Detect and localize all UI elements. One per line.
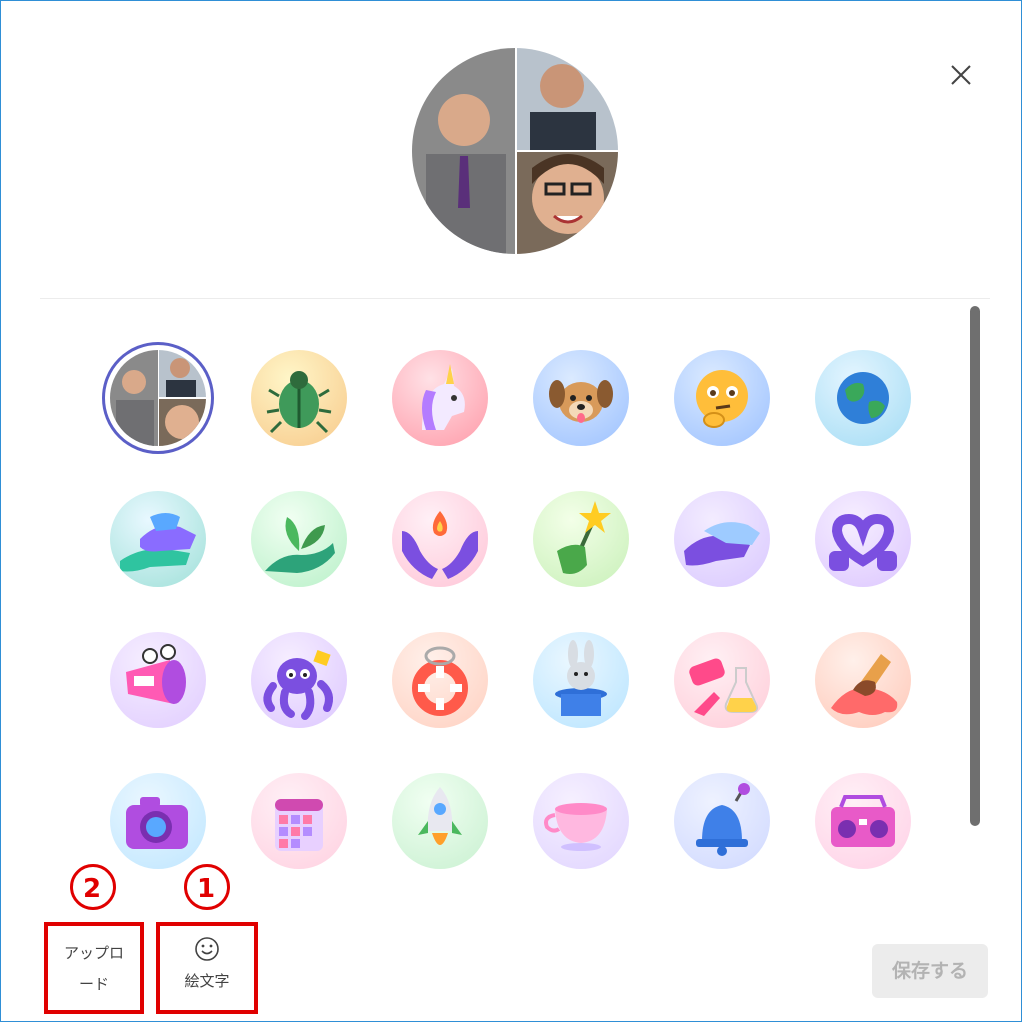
avatar-hands-with-flame[interactable] bbox=[392, 491, 488, 587]
section-divider bbox=[40, 298, 990, 299]
scrollbar-thumb[interactable] bbox=[970, 306, 980, 826]
avatar-heart-hands[interactable] bbox=[815, 491, 911, 587]
avatar-bell[interactable] bbox=[674, 773, 770, 869]
avatar-hands-stacked[interactable] bbox=[110, 491, 206, 587]
globe-icon bbox=[837, 372, 889, 424]
annotation-marker-2: 2 bbox=[70, 864, 116, 910]
avatar-megaphone-monster[interactable] bbox=[110, 632, 206, 728]
octopus-icon bbox=[263, 649, 333, 720]
scrollbar[interactable] bbox=[968, 306, 982, 826]
avatar-teacup[interactable] bbox=[533, 773, 629, 869]
avatar-melting-ice-cream[interactable] bbox=[815, 632, 911, 728]
thinking-face-icon bbox=[696, 370, 748, 428]
calendar-icon bbox=[275, 799, 323, 851]
handshake-icon bbox=[684, 522, 760, 566]
avatar-preview bbox=[412, 48, 618, 254]
upload-label-line1: アップロ bbox=[63, 944, 124, 962]
science-lab-icon bbox=[689, 658, 759, 716]
avatar-rabbit-in-hat[interactable] bbox=[533, 632, 629, 728]
avatar-group-photo[interactable] bbox=[110, 350, 206, 446]
avatar-rocket[interactable] bbox=[392, 773, 488, 869]
avatar-calendar[interactable] bbox=[251, 773, 347, 869]
avatar-life-ring[interactable] bbox=[392, 632, 488, 728]
avatar-beetle[interactable] bbox=[251, 350, 347, 446]
avatar-unicorn[interactable] bbox=[392, 350, 488, 446]
dog-icon bbox=[549, 380, 613, 423]
avatar-globe[interactable] bbox=[815, 350, 911, 446]
hands-stacked-icon bbox=[120, 513, 196, 572]
avatar-hand-with-plant[interactable] bbox=[251, 491, 347, 587]
annotation-marker-1: 1 bbox=[184, 864, 230, 910]
teacup-icon bbox=[544, 803, 607, 851]
avatar-hand-with-wand[interactable] bbox=[533, 491, 629, 587]
camera-icon bbox=[126, 797, 188, 849]
avatar-science-lab[interactable] bbox=[674, 632, 770, 728]
life-ring-icon bbox=[412, 646, 468, 716]
unicorn-icon bbox=[422, 364, 465, 430]
upload-button[interactable]: アップロ ード bbox=[50, 932, 138, 1004]
rabbit-in-hat-icon bbox=[555, 640, 607, 716]
hand-with-wand-icon bbox=[557, 501, 611, 574]
megaphone-monster-icon bbox=[126, 644, 186, 704]
save-button[interactable]: 保存する bbox=[872, 944, 988, 998]
boombox-icon bbox=[831, 795, 895, 847]
upload-label-line2: ード bbox=[78, 975, 109, 993]
avatar-octopus[interactable] bbox=[251, 632, 347, 728]
beetle-icon bbox=[266, 371, 332, 434]
avatar-handshake[interactable] bbox=[674, 491, 770, 587]
avatar-camera[interactable] bbox=[110, 773, 206, 869]
close-icon bbox=[951, 65, 971, 85]
close-button[interactable] bbox=[946, 60, 976, 90]
melting-ice-cream-icon bbox=[831, 654, 898, 715]
avatar-boombox[interactable] bbox=[815, 773, 911, 869]
hand-with-plant-icon bbox=[265, 517, 335, 573]
rocket-icon bbox=[418, 787, 462, 845]
bell-icon bbox=[696, 783, 750, 856]
smiley-icon bbox=[195, 937, 219, 961]
emoji-button[interactable]: 絵文字 bbox=[164, 932, 250, 1004]
avatar-thinking-face[interactable] bbox=[674, 350, 770, 446]
emoji-label: 絵文字 bbox=[184, 972, 230, 990]
heart-hands-icon bbox=[829, 513, 897, 571]
hands-with-flame-icon bbox=[402, 511, 478, 579]
avatar-dog[interactable] bbox=[533, 350, 629, 446]
